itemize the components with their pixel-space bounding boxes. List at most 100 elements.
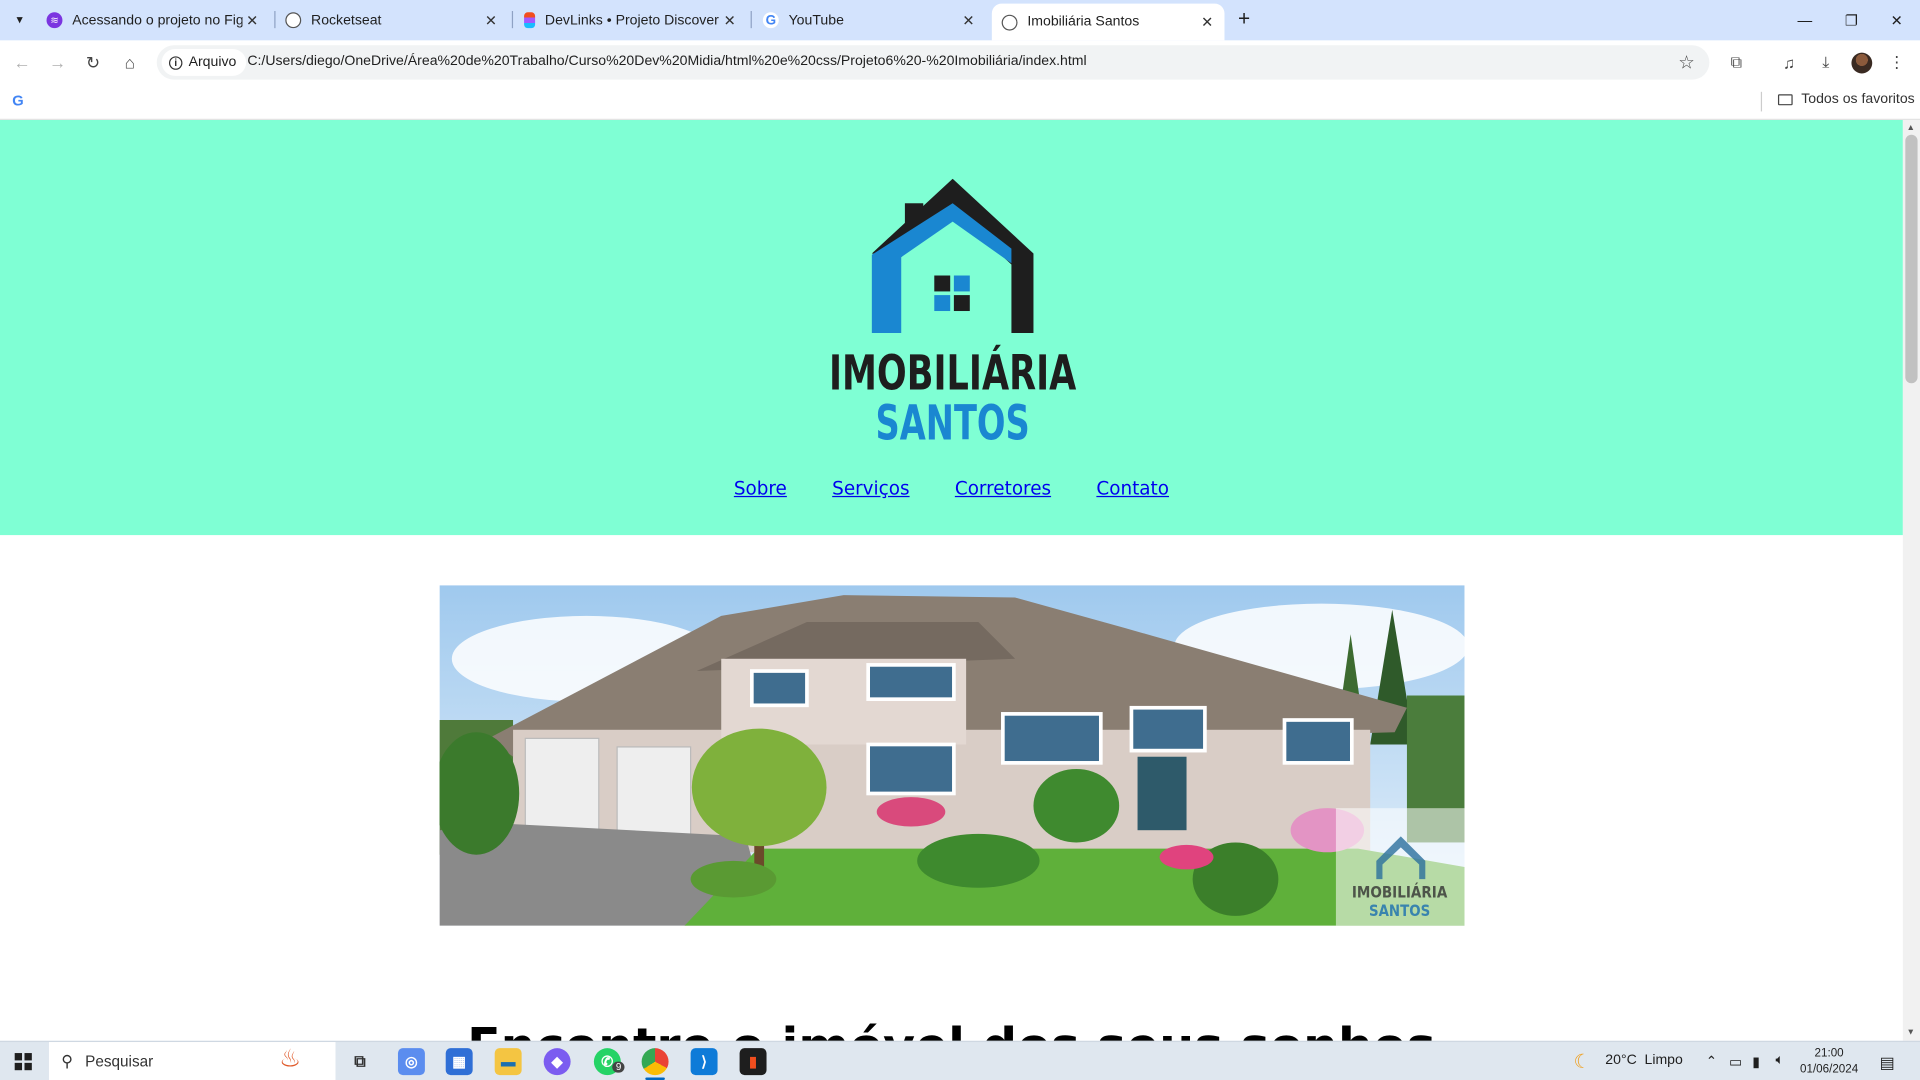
menu-icon[interactable]: ⋮ — [1886, 51, 1908, 73]
whatsapp-badge: 9 — [612, 1061, 626, 1073]
home-button[interactable]: ⌂ — [118, 50, 142, 74]
tab-devlinks[interactable]: DevLinks • Projeto Discover ( ✕ — [514, 5, 747, 36]
scroll-thumb[interactable] — [1905, 134, 1918, 384]
site-info-chip[interactable]: i Arquivo — [161, 48, 247, 76]
nav-link-servicos[interactable]: Serviços — [832, 478, 909, 500]
tab-title: DevLinks • Projeto Discover ( — [544, 12, 721, 28]
weeping-tree — [691, 728, 827, 847]
new-tab-button[interactable]: + — [1232, 7, 1256, 31]
close-icon[interactable]: ✕ — [720, 10, 740, 30]
google-icon[interactable]: G — [12, 92, 23, 109]
taskbar-clock[interactable]: 21:00 01/06/2024 — [1800, 1046, 1858, 1078]
forward-button[interactable]: → — [45, 50, 69, 74]
network-icon[interactable]: ▭ — [1729, 1053, 1742, 1071]
globe-icon — [285, 12, 302, 29]
garage-door — [616, 746, 692, 837]
watermark-text-imobiliaria: IMOBILIÁRIA — [1352, 883, 1448, 902]
weather-desc[interactable]: Limpo — [1644, 1053, 1682, 1068]
microsoft-store-icon[interactable]: ▦ — [445, 1048, 473, 1076]
figma-icon[interactable]: ▮ — [739, 1048, 767, 1076]
copilot-icon[interactable]: ◎ — [397, 1048, 425, 1076]
tab-title: Rocketseat — [311, 12, 382, 28]
shrub — [690, 860, 777, 898]
front-door — [1137, 756, 1187, 831]
tab-search-button[interactable]: ▾ — [7, 7, 31, 31]
all-bookmarks-label: Todos os favoritos — [1801, 91, 1915, 107]
browser-toolbar: ← → ↻ ⌂ i Arquivo C:/Users/diego/OneDriv… — [0, 40, 1920, 85]
nav-link-contato[interactable]: Contato — [1096, 478, 1169, 500]
media-controls-icon[interactable]: ♫ — [1778, 51, 1800, 73]
nav-link-sobre[interactable]: Sobre — [734, 478, 787, 500]
url-text[interactable]: C:/Users/diego/OneDrive/Área%20de%20Trab… — [247, 54, 1086, 69]
bookmarks-bar: G Todos os favoritos — [0, 84, 1920, 121]
windows-start-icon[interactable] — [14, 1053, 32, 1071]
tab-rocketseat[interactable]: Rocketseat ✕ — [276, 5, 509, 36]
tab-title: Imobiliária Santos — [1027, 14, 1140, 30]
tab-imobiliaria-santos[interactable]: Imobiliária Santos ✕ — [991, 3, 1225, 41]
flowers — [1159, 844, 1214, 870]
figma-icon — [524, 12, 536, 29]
extensions-icon[interactable]: ⧉ — [1725, 51, 1747, 73]
logo-window — [953, 275, 970, 292]
close-icon[interactable]: ✕ — [242, 10, 262, 30]
tab-divider — [511, 11, 514, 29]
bookmark-star-icon[interactable]: ☆ — [1678, 51, 1694, 74]
weather-temp[interactable]: 20°C — [1605, 1053, 1636, 1068]
download-icon[interactable]: ⤓ — [1815, 51, 1837, 73]
tab-divider — [750, 11, 752, 29]
house-window — [866, 663, 956, 702]
site-header: IMOBILIÁRIA SANTOS Sobre Serviços Corret… — [0, 120, 1903, 536]
logo-window — [953, 295, 970, 312]
watermark-text-santos: SANTOS — [1369, 901, 1430, 920]
hero-house-image: IMOBILIÁRIA SANTOS — [439, 585, 1465, 926]
shrub — [1033, 768, 1120, 843]
profile-avatar[interactable] — [1851, 52, 1873, 74]
scroll-up-arrow-icon[interactable]: ▲ — [1907, 124, 1915, 133]
taskbar-search-box[interactable]: ⚲ Pesquisar ♨ — [48, 1042, 336, 1080]
minimize-button[interactable]: — — [1782, 0, 1829, 40]
globe-icon — [1001, 14, 1018, 31]
house-window — [1282, 718, 1354, 765]
tab-title: YouTube — [788, 12, 844, 28]
vscode-icon[interactable]: ⟩ — [690, 1048, 718, 1076]
clock-time: 21:00 — [1814, 1046, 1844, 1061]
windows-taskbar: ⚲ Pesquisar ♨ ⧉ ◎ ▦ ▬ ◆ ✆ 9 ⟩ ▮ ☾ 20°C L… — [0, 1040, 1920, 1080]
tray-chevron-icon[interactable]: ⌃ — [1706, 1053, 1717, 1069]
teams-icon[interactable]: ◆ — [543, 1048, 571, 1076]
close-icon[interactable]: ✕ — [481, 10, 501, 30]
scroll-down-arrow-icon[interactable]: ▼ — [1907, 1029, 1915, 1038]
bookmarks-divider — [1760, 91, 1763, 112]
google-icon: G — [762, 12, 779, 29]
battery-icon[interactable]: ▮ — [1752, 1053, 1760, 1071]
back-button[interactable]: ← — [10, 50, 34, 74]
tab-youtube[interactable]: G YouTube ✕ — [753, 5, 986, 36]
address-bar[interactable]: i Arquivo C:/Users/diego/OneDrive/Área%2… — [156, 45, 1710, 80]
notifications-icon[interactable]: ▤ — [1880, 1053, 1895, 1073]
restore-button[interactable]: ❐ — [1828, 0, 1875, 40]
page-scrollbar[interactable]: ▲ ▼ — [1902, 120, 1920, 1041]
chrome-icon[interactable] — [641, 1048, 669, 1076]
logo-text-santos: SANTOS — [876, 397, 1030, 451]
clock-date: 01/06/2024 — [1800, 1062, 1859, 1077]
page-viewport: IMOBILIÁRIA SANTOS Sobre Serviços Corret… — [0, 120, 1920, 1041]
garage-door — [524, 737, 600, 837]
logo-window — [934, 295, 951, 312]
weather-icon[interactable]: ☾ — [1573, 1049, 1591, 1073]
close-icon[interactable]: ✕ — [1198, 12, 1218, 32]
close-icon[interactable]: ✕ — [959, 10, 979, 30]
flowers — [876, 797, 946, 827]
security-label: Arquivo — [188, 55, 237, 70]
logo-window — [934, 275, 951, 292]
house-window — [1001, 712, 1103, 765]
figma-academy-icon: ≋ — [46, 12, 63, 29]
tab-figma-project[interactable]: ≋ Acessando o projeto no Figm ✕ — [37, 5, 270, 36]
task-view-icon[interactable]: ⧉ — [347, 1048, 374, 1075]
reload-button[interactable]: ↻ — [81, 50, 105, 74]
nav-link-corretores[interactable]: Corretores — [955, 478, 1051, 500]
search-placeholder: Pesquisar — [85, 1053, 154, 1071]
volume-icon[interactable]: 🔈︎ — [1776, 1053, 1784, 1069]
close-window-button[interactable]: ✕ — [1873, 0, 1920, 40]
house-logo: IMOBILIÁRIA SANTOS — [829, 178, 1076, 451]
file-explorer-icon[interactable]: ▬ — [494, 1048, 522, 1076]
all-bookmarks-button[interactable]: Todos os favoritos — [1777, 91, 1915, 107]
